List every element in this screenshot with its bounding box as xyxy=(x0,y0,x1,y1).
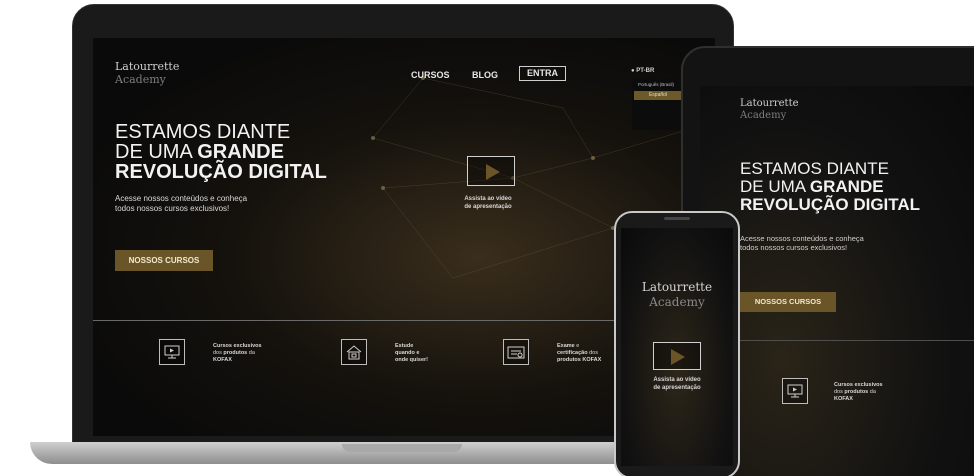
laptop-notch xyxy=(342,444,462,452)
tablet-logo-line2[interactable]: Academy xyxy=(740,110,786,121)
monitor-play-icon xyxy=(159,339,185,365)
hero-title-line2-bold: GRANDE xyxy=(197,141,284,163)
video-caption: Assista ao vídeo de apresentação xyxy=(453,195,523,211)
hero-title-line3: REVOLUÇÃO DIGITAL xyxy=(115,161,327,183)
certificate-icon xyxy=(503,339,529,365)
feature-1-line2-post: da xyxy=(247,350,255,356)
feature-1-line1: Cursos exclusivos xyxy=(213,343,262,349)
logo-line2[interactable]: Academy xyxy=(115,73,166,86)
phone-logo-line2[interactable]: Academy xyxy=(621,295,733,309)
tablet-features-divider xyxy=(728,340,974,341)
phone-play-icon xyxy=(671,349,685,365)
tablet-logo-line1[interactable]: Latourrette xyxy=(740,98,799,109)
play-icon xyxy=(486,164,500,180)
tablet-feature-line2-bold: produtos xyxy=(844,389,869,395)
tablet-hero-title-line2: DE UMA GRANDE xyxy=(740,178,970,196)
feature-1-line3: KOFAX xyxy=(213,357,232,363)
hero-subtitle-line2: todos nossos cursos exclusivos! xyxy=(115,204,230,213)
hero-title: ESTAMOS DIANTE DE UMA GRANDE REVOLUÇÃO D… xyxy=(115,122,375,182)
feature-3-text: Exame e certificação dos produtos KOFAX xyxy=(557,343,601,364)
feature-1-line2-bold: produtos xyxy=(223,350,248,356)
house-laptop-icon xyxy=(341,339,367,365)
phone-screen: Latourrette Academy Assista ao vídeo de … xyxy=(621,228,733,466)
tablet-hero-title-line1: ESTAMOS DIANTE xyxy=(740,159,889,178)
hero-title-line2-regular: DE UMA xyxy=(115,141,198,163)
tablet-hero-subtitle-line1: Acesse nossos conteúdos e conheça xyxy=(740,234,864,243)
video-caption-line1: Assista ao vídeo xyxy=(464,196,512,202)
video-caption-line2: de apresentação xyxy=(464,204,512,210)
logo-line1[interactable]: Latourrette xyxy=(115,60,179,73)
user-icon: ● xyxy=(631,68,635,74)
language-option-es[interactable]: Español xyxy=(634,91,682,100)
tablet-hero-title: ESTAMOS DIANTE DE UMA GRANDE REVOLUÇÃO D… xyxy=(740,160,970,214)
phone-video-caption-line2: de apresentação xyxy=(653,385,701,391)
phone-video-caption: Assista ao vídeo de apresentação xyxy=(637,376,717,392)
hero-title-line1: ESTAMOS DIANTE xyxy=(115,121,291,143)
feature-2-line2: quando e xyxy=(395,350,420,356)
feature-2-text: Estude quando e onde quiser! xyxy=(395,343,428,364)
hero-subtitle-line1: Acesse nossos conteúdos e conheça xyxy=(115,194,248,203)
tablet-hero-title-line2-bold: GRANDE xyxy=(809,177,884,196)
hero-title-line2: DE UMA GRANDE xyxy=(115,142,375,162)
video-play-button[interactable] xyxy=(467,156,515,186)
feature-2-line3: onde quiser! xyxy=(395,357,429,363)
entra-button[interactable]: ENTRA xyxy=(519,66,566,81)
feature-3-line2-post: dos xyxy=(587,350,598,356)
nav-cursos-link[interactable]: CURSOS xyxy=(411,70,450,80)
phone-logo-line1[interactable]: Latourrette xyxy=(621,280,733,294)
feature-1-line2-pre: dos xyxy=(213,350,224,356)
nossos-cursos-button[interactable]: NOSSOS CURSOS xyxy=(115,250,213,271)
language-option-pt[interactable]: Português (Brasil) xyxy=(638,82,674,87)
language-selector[interactable]: ● PT-BR xyxy=(631,68,654,74)
tablet-nossos-cursos-button[interactable]: NOSSOS CURSOS xyxy=(740,292,836,312)
tablet-feature-line3: KOFAX xyxy=(834,396,853,402)
tablet-hero-title-line3: REVOLUÇÃO DIGITAL xyxy=(740,195,921,214)
language-current: PT-BR xyxy=(636,68,655,74)
tablet-feature-line1: Cursos exclusivos xyxy=(834,382,883,388)
feature-3-line3: produtos KOFAX xyxy=(557,357,602,363)
feature-2-line1: Estude xyxy=(395,343,414,349)
tablet-feature-line2-pre: dos xyxy=(834,389,845,395)
feature-3-line2-bold: certificação xyxy=(557,350,588,356)
phone-video-play-button[interactable] xyxy=(653,342,701,370)
tablet-hero-subtitle-line2: todos nossos cursos exclusivos! xyxy=(740,243,848,252)
hero-subtitle: Acesse nossos conteúdos e conheça todos … xyxy=(115,194,305,214)
phone-video-caption-line1: Assista ao vídeo xyxy=(653,377,701,383)
tablet-monitor-play-icon xyxy=(782,378,808,404)
feature-3-line1-bold: Exame xyxy=(557,343,575,349)
feature-3-line1-post: e xyxy=(574,343,580,349)
tablet-hero-subtitle: Acesse nossos conteúdos e conheça todos … xyxy=(740,234,910,252)
tablet-screen: Latourrette Academy ESTAMOS DIANTE DE UM… xyxy=(700,86,974,476)
devices-mockup: Latourrette Academy CURSOS BLOG ENTRA ● … xyxy=(0,0,974,476)
nav-blog-link[interactable]: BLOG xyxy=(472,70,498,80)
phone-speaker xyxy=(664,217,690,220)
tablet-hero-title-line2-regular: DE UMA xyxy=(740,177,810,196)
tablet-feature-line2-post: da xyxy=(868,389,876,395)
tablet-feature-text: Cursos exclusivos dos produtos da KOFAX xyxy=(834,382,883,403)
feature-1-text: Cursos exclusivos dos produtos da KOFAX xyxy=(213,343,262,364)
